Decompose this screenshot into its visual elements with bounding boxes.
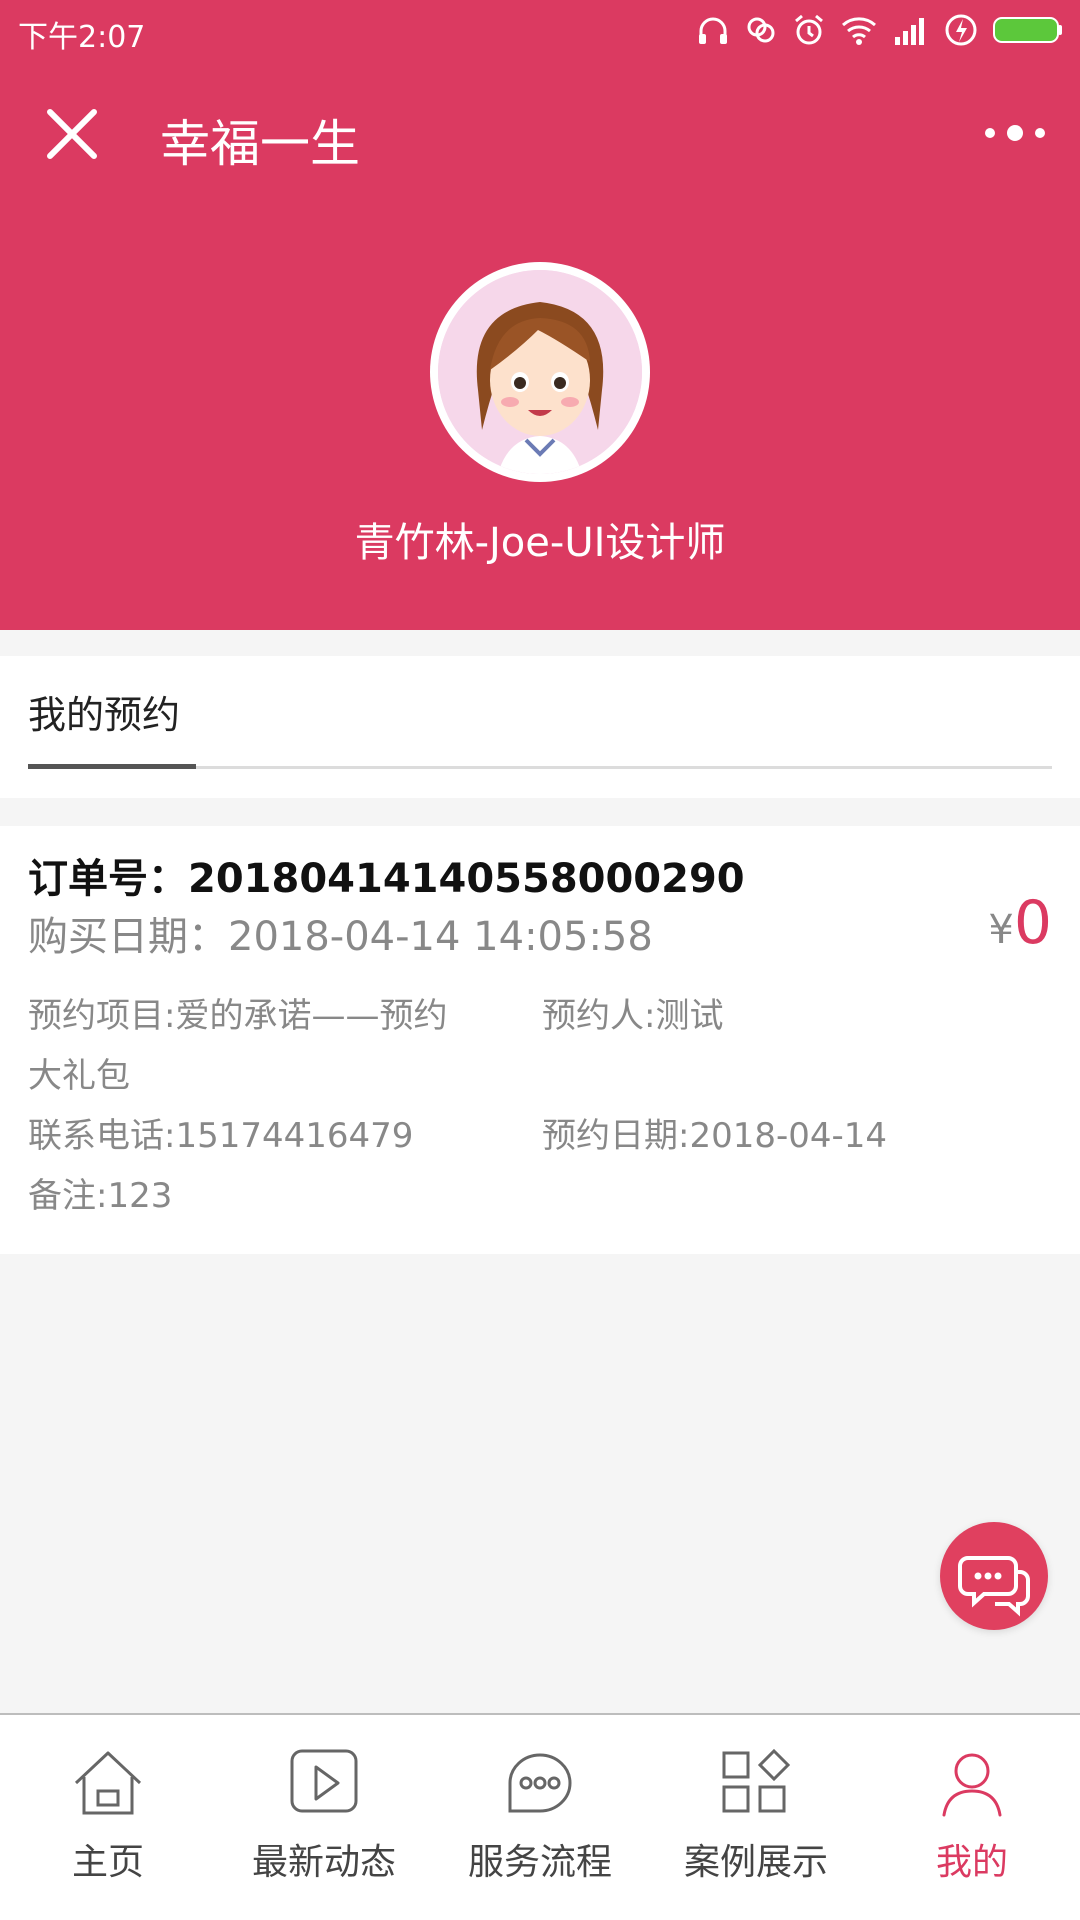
order-number: 订单号：20180414140558000290 bbox=[28, 856, 745, 902]
grid-icon bbox=[722, 1748, 791, 1813]
more-icon[interactable] bbox=[980, 118, 1050, 148]
currency-symbol: ¥ bbox=[988, 907, 1014, 953]
order-price: ¥0 bbox=[988, 888, 1052, 958]
nav-label-latest-news: 最新动态 bbox=[251, 1842, 396, 1883]
contact-phone: 联系电话:15174416479 bbox=[28, 1116, 414, 1156]
appointment-date: 预约日期:2018-04-14 bbox=[542, 1116, 888, 1156]
page-title: 幸福一生 bbox=[160, 115, 360, 173]
status-bar: 下午2:07 bbox=[0, 0, 1080, 62]
link-icon bbox=[747, 17, 775, 43]
profile-header: 下午2:07 幸福一生 青竹林-Joe-UI设计师 bbox=[0, 0, 1080, 630]
order-note: 备注:123 bbox=[28, 1176, 173, 1216]
bottom-nav: 主页 最新动态 服务流程 案例展示 我的 bbox=[0, 1713, 1080, 1920]
user-name: 青竹林-Joe-UI设计师 bbox=[354, 520, 726, 566]
play-icon bbox=[290, 1749, 358, 1813]
avatar[interactable] bbox=[430, 262, 650, 482]
service-icon bbox=[508, 1753, 572, 1813]
avatar-illustration-icon bbox=[438, 270, 642, 474]
appointment-project: 预约项目:爱的承诺——预约 bbox=[28, 996, 448, 1036]
title-bar: 幸福一生 bbox=[0, 62, 1080, 202]
signal-icon bbox=[895, 18, 924, 45]
nav-case-showcase[interactable]: 案例展示 bbox=[648, 1715, 864, 1920]
nav-label-mine: 我的 bbox=[935, 1842, 1008, 1883]
alarm-icon bbox=[795, 14, 823, 45]
appointment-person: 预约人:测试 bbox=[542, 996, 724, 1036]
chat-button[interactable] bbox=[940, 1522, 1048, 1630]
headphones-icon bbox=[699, 17, 727, 44]
wifi-icon bbox=[842, 17, 876, 45]
nav-service-process[interactable]: 服务流程 bbox=[432, 1715, 648, 1920]
status-time: 下午2:07 bbox=[18, 20, 146, 55]
status-icons bbox=[696, 12, 1064, 48]
nav-home[interactable]: 主页 bbox=[0, 1715, 216, 1920]
battery-icon bbox=[993, 17, 1062, 43]
nav-mine[interactable]: 我的 bbox=[864, 1715, 1080, 1920]
user-icon bbox=[942, 1753, 1002, 1817]
appointment-project-cont: 大礼包 bbox=[28, 1056, 130, 1096]
nav-label-home: 主页 bbox=[71, 1842, 144, 1883]
tab-active-indicator bbox=[28, 764, 196, 769]
purchase-date: 购买日期：2018-04-14 14:05:58 bbox=[28, 914, 653, 960]
order-card[interactable]: 订单号：20180414140558000290 购买日期：2018-04-14… bbox=[0, 826, 1080, 1254]
nav-label-case-showcase: 案例展示 bbox=[683, 1842, 828, 1883]
nav-label-service-process: 服务流程 bbox=[467, 1842, 612, 1883]
tab-my-appointments[interactable]: 我的预约 bbox=[28, 684, 180, 739]
charging-icon bbox=[945, 14, 977, 46]
close-icon[interactable] bbox=[40, 102, 104, 166]
nav-latest-news[interactable]: 最新动态 bbox=[216, 1715, 432, 1920]
price-amount: 0 bbox=[1013, 888, 1052, 958]
home-icon bbox=[74, 1751, 142, 1815]
tab-bar: 我的预约 bbox=[0, 656, 1080, 798]
chat-icon bbox=[958, 1556, 1030, 1617]
